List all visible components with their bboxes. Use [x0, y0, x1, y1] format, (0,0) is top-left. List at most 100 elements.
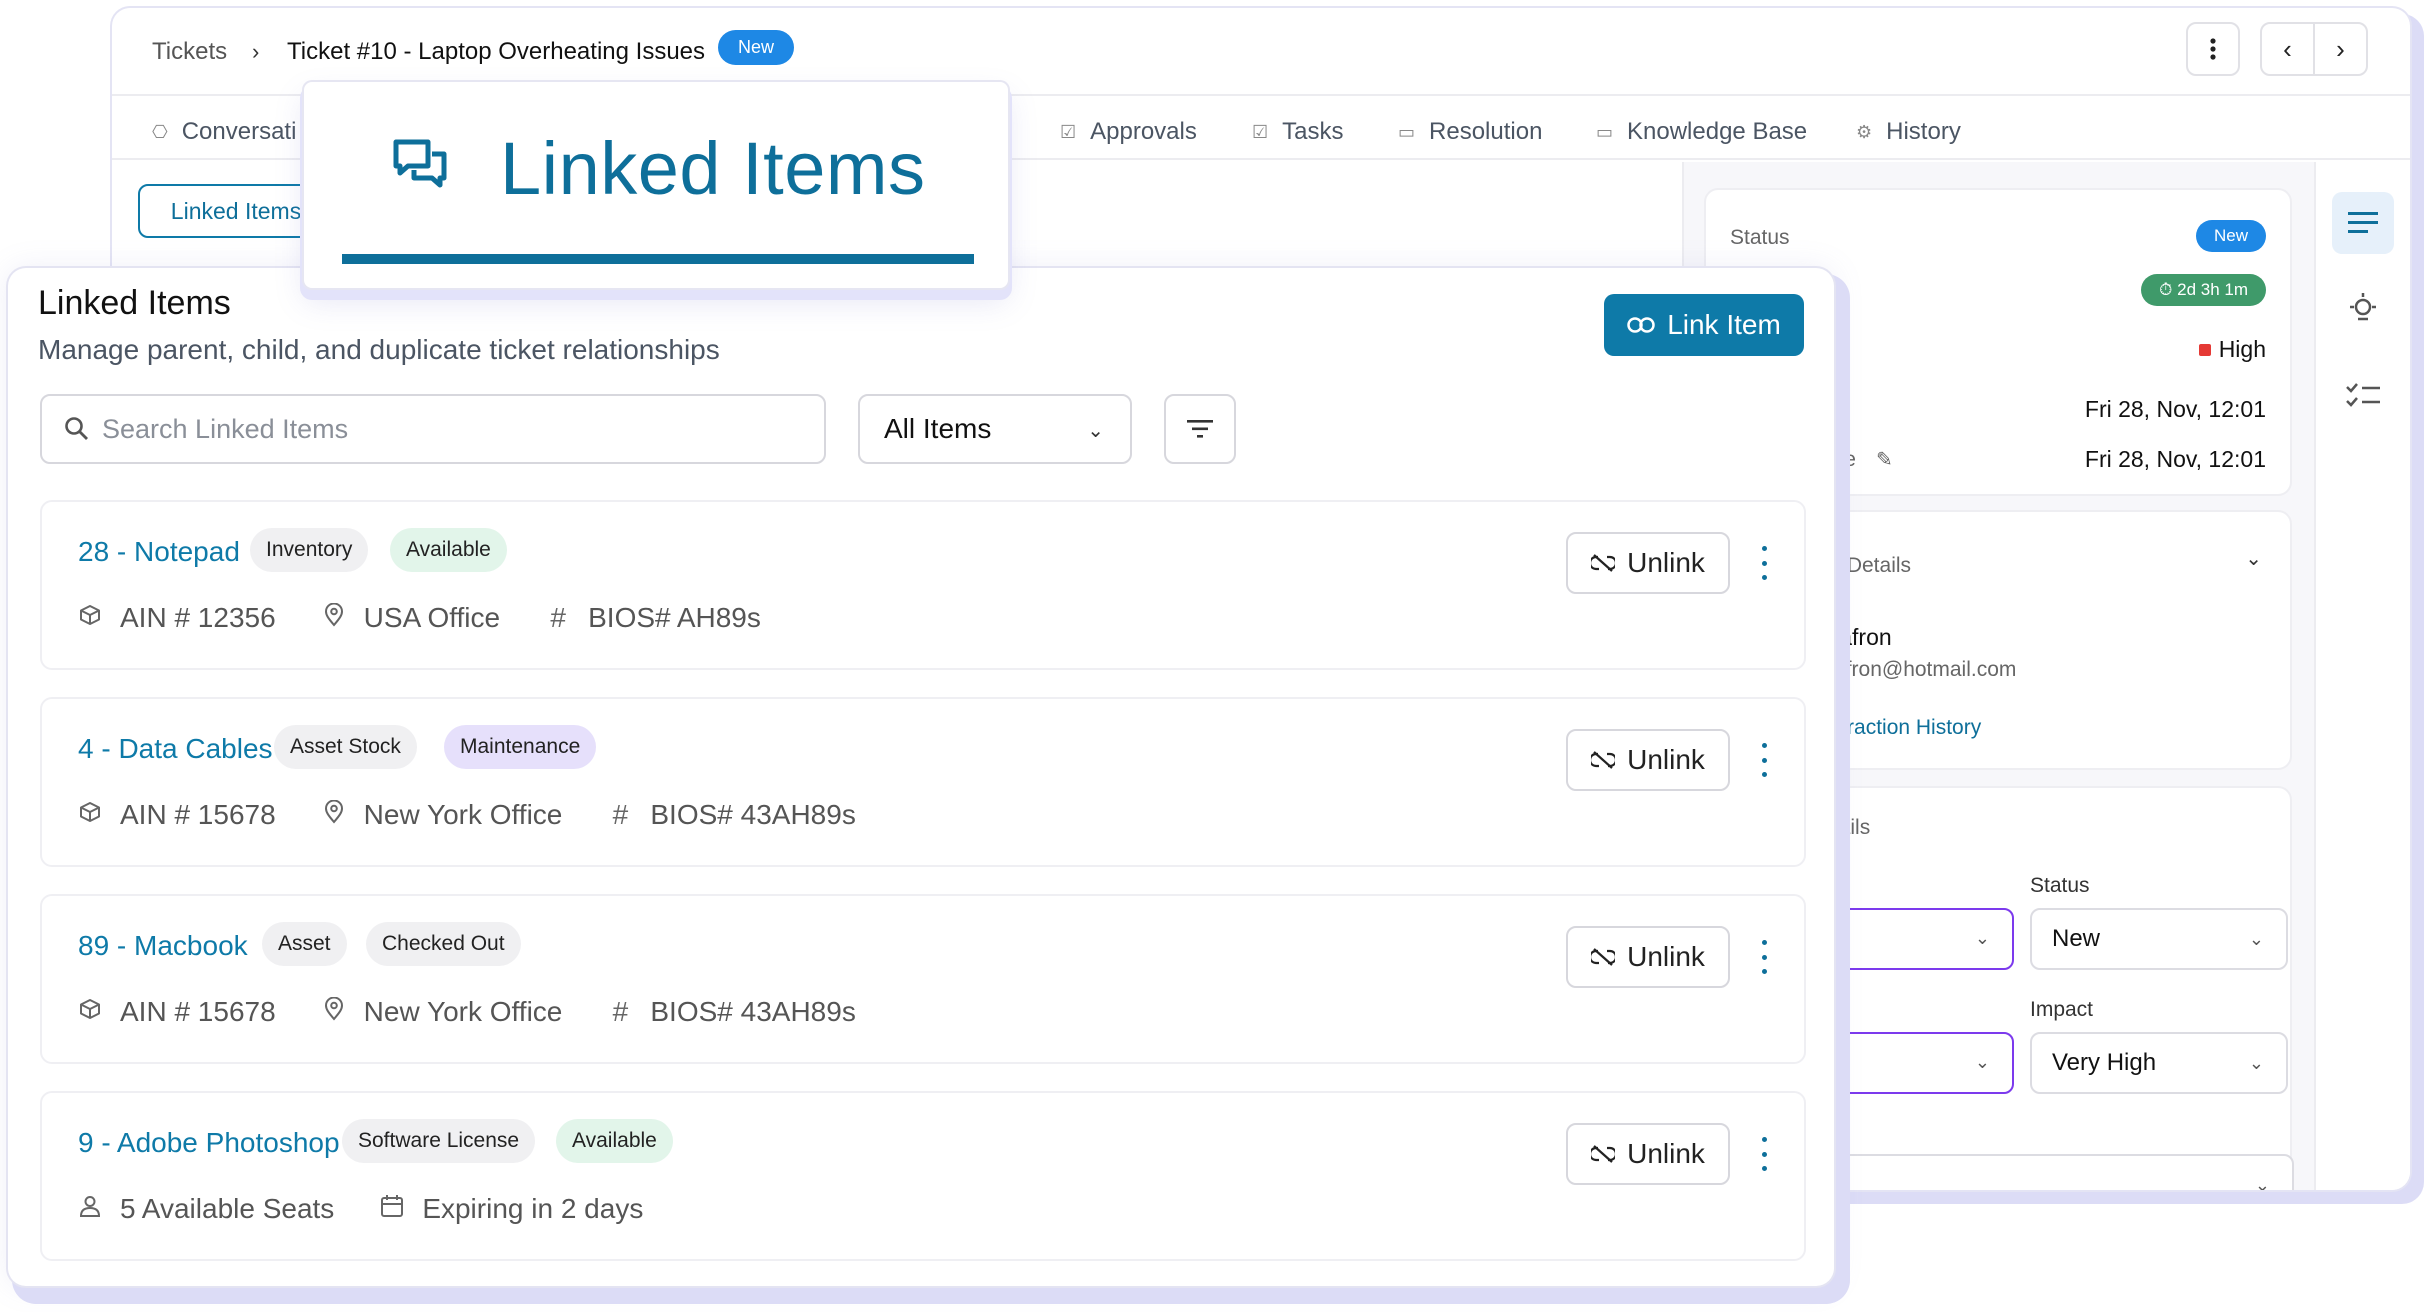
item-meta-field: New York Office [322, 996, 563, 1028]
linked-item-title[interactable]: 28 - Notepad [78, 536, 240, 568]
item-status-tag: Checked Out [366, 922, 521, 966]
unlink-icon [1591, 948, 1616, 966]
box-icon [78, 604, 102, 632]
linked-item-card: 28 - Notepad Inventory Available AIN # 1235… [40, 500, 1806, 670]
item-more-button[interactable] [1754, 743, 1774, 777]
tab-approvals[interactable]: ☑ Approvals [1060, 118, 1197, 146]
item-status-tag: Available [390, 528, 507, 572]
ticket-nav-group: ‹ › [2260, 22, 2368, 76]
impact-select[interactable]: Very High ⌄ [2030, 1032, 2288, 1094]
item-type-tag: Asset [262, 922, 347, 966]
item-meta-field: # BIOS# 43AH89s [608, 799, 856, 831]
unlink-icon [1591, 554, 1616, 572]
item-meta-field: Expiring in 2 days [380, 1193, 643, 1225]
status-badge: New [718, 30, 795, 65]
priority-dot-icon [2198, 343, 2211, 356]
active-tab-underline [342, 254, 974, 264]
user-icon [78, 1195, 102, 1223]
item-meta-text: 5 Available Seats [120, 1193, 335, 1224]
linked-item-title[interactable]: 89 - Macbook [78, 930, 248, 962]
chevron-down-icon: ⌄ [2248, 929, 2264, 949]
box-icon [78, 801, 102, 829]
callout-title: Linked Items [500, 127, 926, 210]
checklist-button[interactable] [2332, 364, 2394, 426]
previous-ticket-button[interactable]: ‹ [2262, 24, 2315, 74]
item-meta-text: New York Office [363, 996, 563, 1027]
lightbulb-icon [2350, 293, 2376, 321]
item-filter-dropdown[interactable]: All Items ⌄ [858, 394, 1132, 464]
tab-tasks[interactable]: ☑ Tasks [1252, 118, 1344, 146]
unlink-label: Unlink [1627, 941, 1705, 972]
book-open-icon: ▭ [1596, 121, 1614, 142]
item-meta-text: AIN # 12356 [120, 602, 276, 633]
link-item-button[interactable]: Link Item [1604, 294, 1804, 356]
item-more-button[interactable] [1754, 546, 1774, 580]
item-meta-field: 5 Available Seats [78, 1193, 334, 1225]
panel-subtitle: Manage parent, child, and duplicate tick… [38, 334, 720, 365]
box-icon [78, 998, 102, 1026]
chevron-down-icon: ⌄ [1087, 420, 1104, 442]
item-meta-text: AIN # 15678 [120, 799, 276, 830]
item-meta-text: BIOS# AH89s [588, 602, 761, 633]
chevron-down-icon: ⌄ [2248, 1053, 2264, 1073]
linked-items-panel: Linked Items Manage parent, child, and d… [8, 268, 1834, 1286]
item-meta-text: Expiring in 2 days [422, 1193, 644, 1224]
breadcrumb-tickets[interactable]: Tickets [152, 38, 227, 66]
item-meta-field: # BIOS# 43AH89s [608, 996, 856, 1028]
side-rail [2314, 162, 2410, 1190]
unlink-button[interactable]: Unlink [1566, 729, 1730, 791]
check-square-icon: ☑ [1060, 121, 1077, 142]
location-pin-icon [322, 799, 346, 830]
unlink-button[interactable]: Unlink [1566, 532, 1730, 594]
unlink-label: Unlink [1627, 744, 1705, 775]
unlink-button[interactable]: Unlink [1566, 1123, 1730, 1185]
search-box[interactable] [40, 394, 826, 464]
more-vertical-icon [2210, 38, 2216, 60]
search-input[interactable] [102, 413, 802, 445]
item-meta-row: AIN # 15678 New York Office # BIOS# 43AH89s [78, 996, 902, 1028]
hash-icon: # [550, 602, 566, 633]
tab-history[interactable]: ⚙ History [1856, 118, 1961, 146]
linked-items-callout: Linked Items [304, 82, 1008, 288]
details-panel-button[interactable] [2332, 192, 2394, 254]
status-select[interactable]: New ⌄ [2030, 908, 2288, 970]
item-meta-text: AIN # 15678 [120, 996, 276, 1027]
impact-field-label: Impact [2030, 998, 2094, 1021]
priority-indicator: High [2198, 336, 2266, 363]
next-ticket-button[interactable]: › [2315, 24, 2366, 74]
tab-knowledge-base[interactable]: ▭ Knowledge Base [1596, 118, 1807, 146]
breadcrumb-separator-icon: › [252, 39, 260, 64]
filter-button[interactable] [1164, 394, 1236, 464]
unlink-icon [1591, 751, 1616, 769]
location-pin-icon [322, 602, 346, 633]
item-status-tag: Available [556, 1119, 673, 1163]
interaction-history-link[interactable]: Interaction History [1812, 716, 1981, 740]
history-icon: ⚙ [1856, 121, 1873, 142]
item-more-button[interactable] [1754, 940, 1774, 974]
unlink-button[interactable]: Unlink [1566, 926, 1730, 988]
chevron-down-icon[interactable]: ⌄ [2245, 546, 2262, 571]
search-icon [65, 417, 88, 440]
task-icon: ☑ [1252, 121, 1269, 142]
linked-item-title[interactable]: 4 - Data Cables [78, 733, 273, 765]
sla-timer-badge: ⏱ 2d 3h 1m [2141, 274, 2266, 306]
item-meta-field: AIN # 15678 [78, 799, 276, 831]
link-icon [1627, 317, 1655, 333]
tab-resolution[interactable]: ▭ Resolution [1398, 118, 1542, 146]
chevron-down-icon: ⌄ [2254, 1175, 2270, 1190]
edit-pencil-icon[interactable]: ✎ [1876, 447, 1893, 472]
ai-assist-button[interactable] [2332, 278, 2394, 340]
more-options-button[interactable] [2186, 22, 2240, 76]
checklist-icon [2346, 383, 2380, 407]
panel-title: Linked Items [38, 284, 231, 322]
item-meta-text: USA Office [363, 602, 501, 633]
item-meta-text: BIOS# 43AH89s [650, 996, 856, 1027]
item-status-tag: Maintenance [444, 725, 597, 769]
tab-conversation[interactable]: ⎔ Conversati [152, 118, 296, 146]
chevron-down-icon: ⌄ [1974, 1052, 1990, 1072]
linked-item-title[interactable]: 9 - Adobe Photoshop [78, 1127, 340, 1159]
linked-item-card: 89 - Macbook Asset Checked Out AIN # 15678 N… [40, 894, 1806, 1064]
book-icon: ▭ [1398, 121, 1416, 142]
unlink-label: Unlink [1627, 1138, 1705, 1169]
item-more-button[interactable] [1754, 1137, 1774, 1171]
